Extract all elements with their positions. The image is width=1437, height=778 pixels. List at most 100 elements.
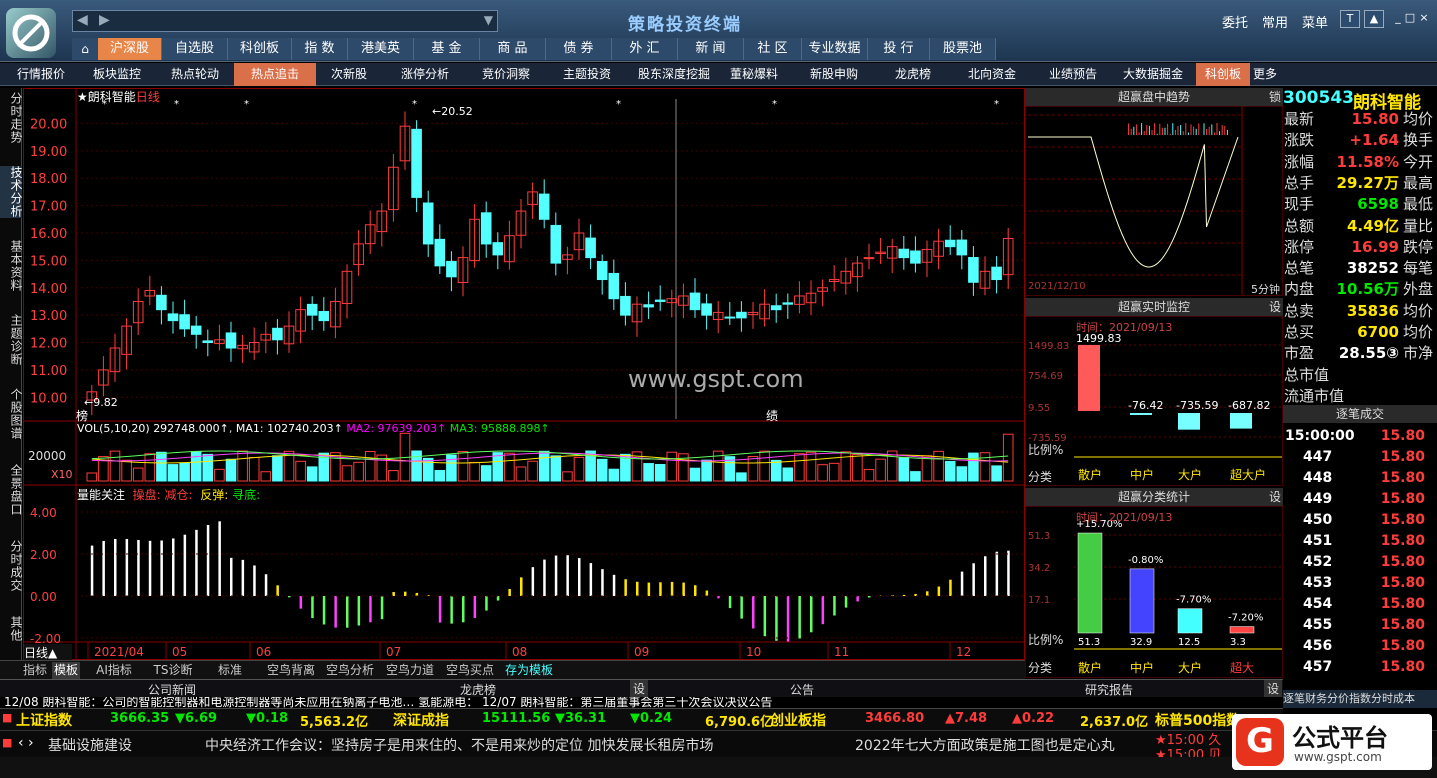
candle-body (782, 302, 794, 305)
trade-row[interactable]: 448 15.80 (1283, 468, 1437, 489)
indicator-tab-1[interactable]: 模板 (52, 662, 80, 679)
subnav-item-2[interactable]: 热点轮动 (156, 63, 234, 86)
nav-item-1[interactable]: 自选股 (162, 38, 228, 60)
indicator-tab-6[interactable]: 空鸟分析 (322, 662, 378, 679)
trade-row[interactable]: 457 15.80 (1283, 657, 1437, 678)
indicator-tab-7[interactable]: 空鸟力道 (382, 662, 438, 679)
nav-item-12[interactable]: 投 行 (868, 38, 930, 60)
nav-item-11[interactable]: 专业数据 (802, 38, 868, 60)
ticker-nav-arrows[interactable]: ‹ › (18, 735, 34, 751)
collapse-button[interactable]: ▲ (1364, 10, 1384, 28)
home-icon[interactable]: ⌂ (72, 38, 98, 60)
subnav-item-12[interactable]: 北向资金 (948, 63, 1036, 86)
trade-row[interactable]: 453 15.80 (1283, 573, 1437, 594)
left-tab-2[interactable]: 基本资料 (0, 240, 23, 292)
index-name-sz[interactable]: 深证成指 (393, 710, 449, 730)
trade-row[interactable]: 455 15.80 (1283, 615, 1437, 636)
subnav-item-14[interactable]: 大数据掘金 (1110, 63, 1196, 86)
quote-bottom-tabs[interactable]: 逐笔财务分价指数分时成本 (1283, 690, 1437, 708)
nav-item-4[interactable]: 港美英 (348, 38, 414, 60)
nav-item-0[interactable]: 沪深股 (98, 38, 162, 60)
kline-chart[interactable]: 20.00 19.00 18.00 17.00 16.00 15.00 14.00 13.00… (24, 89, 1026, 661)
index-name-sp500[interactable]: 标普500指数 (1155, 710, 1240, 730)
nav-item-7[interactable]: 债 券 (546, 38, 612, 60)
subnav-item-16[interactable]: 更多 (1250, 63, 1280, 86)
indicator-tab-3[interactable]: TS诊断 (148, 662, 198, 679)
nav-item-9[interactable]: 新 闻 (678, 38, 744, 60)
trade-row[interactable]: 447 15.80 (1283, 447, 1437, 468)
nav-item-10[interactable]: 社 区 (744, 38, 802, 60)
trades-list[interactable]: 15:00:00 15.80 447 15.80 448 15.80 449 15.80 450… (1283, 405, 1437, 688)
app-logo-icon[interactable] (6, 8, 56, 58)
trade-row[interactable]: 449 15.80 (1283, 489, 1437, 510)
ticker-item-1[interactable]: 基础设施建设 (48, 735, 132, 755)
trade-row[interactable]: 452 15.80 (1283, 552, 1437, 573)
subnav-item-6[interactable]: 竞价洞察 (468, 63, 544, 86)
left-tab-3[interactable]: 主题诊断 (0, 314, 23, 366)
subnav-item-15[interactable]: 科创板 (1196, 63, 1250, 86)
left-tab-4[interactable]: 个股图谱 (0, 388, 23, 440)
left-tab-5[interactable]: 全景盘口 (0, 464, 23, 516)
nav-item-5[interactable]: 基 金 (414, 38, 480, 60)
quote-label-right: 均价 (1402, 110, 1433, 128)
news-settings-button[interactable]: 设 (630, 680, 648, 697)
ticker-item-3[interactable]: 2022年七大方面政策是施工图也是定心丸 (855, 735, 1115, 755)
left-tab-7[interactable]: 其他 (0, 616, 23, 642)
research-settings-button[interactable]: 设 (1264, 680, 1282, 697)
class-settings-button[interactable]: 设 (1269, 488, 1281, 506)
indicator-tab-0[interactable]: 指标 (20, 662, 50, 679)
lock-button[interactable]: 锁 (1269, 88, 1281, 106)
ticker-item-2[interactable]: 中央经济工作会议：坚持房子是用来住的、不是用来炒的定位 加快发展长租房市场 (205, 735, 713, 755)
subnav-item-13[interactable]: 业绩预告 (1036, 63, 1110, 86)
back-arrow-icon[interactable]: ◀ (77, 12, 88, 28)
monitor-settings-button[interactable]: 设 (1269, 298, 1281, 316)
link-entrust[interactable]: 委托 (1222, 12, 1248, 31)
nav-item-6[interactable]: 商 品 (480, 38, 546, 60)
subnav-item-9[interactable]: 董秘爆料 (718, 63, 790, 86)
left-tab-1[interactable]: 技术分析 (0, 166, 23, 218)
close-button[interactable]: × (1414, 10, 1434, 28)
theme-button[interactable]: T (1340, 10, 1360, 28)
news-row[interactable]: 12/08 朗科智能：公司的智能控制器和电源控制器等尚未应用在钠离子电池… 氢能… (0, 697, 1283, 708)
index-name-cyb[interactable]: 创业板指 (770, 710, 826, 730)
intraday-trend-panel[interactable]: 2021/12/10 5分钟 (1025, 106, 1283, 296)
nav-item-13[interactable]: 股票池 (930, 38, 996, 60)
nav-item-8[interactable]: 外 汇 (612, 38, 678, 60)
period-switch-button[interactable]: 日线▲ (24, 644, 72, 660)
indicator-tab-9[interactable]: 存为模板 (502, 662, 556, 679)
tab-company-news[interactable]: 公司新闻 (148, 681, 196, 698)
trade-row[interactable]: 451 15.80 (1283, 531, 1437, 552)
subnav-item-1[interactable]: 板块监控 (78, 63, 156, 86)
search-input[interactable]: ◀ ▶ ▼ (72, 10, 498, 32)
subnav-item-4[interactable]: 次新股 (316, 63, 382, 86)
subnav-item-5[interactable]: 涨停分析 (382, 63, 468, 86)
link-common[interactable]: 常用 (1262, 12, 1288, 31)
indicator-tab-2[interactable]: AI指标 (88, 662, 140, 679)
subnav-item-7[interactable]: 主题投资 (544, 63, 630, 86)
forward-arrow-icon[interactable]: ▶ (99, 12, 110, 28)
kline-chart-panel[interactable]: 20.00 19.00 18.00 17.00 16.00 15.00 14.00 13.00… (23, 88, 1026, 661)
left-tab-6[interactable]: 分时成交 (0, 540, 23, 592)
nav-item-2[interactable]: 科创板 (228, 38, 292, 60)
tab-research[interactable]: 研究报告 (1085, 681, 1133, 698)
tab-announcements[interactable]: 公告 (790, 681, 814, 698)
indicator-tab-4[interactable]: 标准 (214, 662, 246, 679)
dropdown-chevron-icon[interactable]: ▼ (484, 13, 493, 27)
trade-row[interactable]: 450 15.80 (1283, 510, 1437, 531)
indicator-bar (984, 556, 987, 596)
trade-row[interactable]: 15:00:00 15.80 (1283, 426, 1437, 447)
link-menu[interactable]: 菜单 (1302, 12, 1328, 31)
subnav-item-0[interactable]: 行情报价 (4, 63, 78, 86)
subnav-item-8[interactable]: 股东深度挖掘 (630, 63, 718, 86)
subnav-item-3[interactable]: 热点追击 (234, 63, 316, 86)
index-name-sh[interactable]: 上证指数 (16, 710, 72, 730)
subnav-item-11[interactable]: 龙虎榜 (878, 63, 948, 86)
subnav-item-10[interactable]: 新股申购 (790, 63, 878, 86)
left-tab-0[interactable]: 分时走势 (0, 92, 23, 144)
nav-item-3[interactable]: 指 数 (292, 38, 348, 60)
trade-row[interactable]: 454 15.80 (1283, 594, 1437, 615)
indicator-tab-5[interactable]: 空鸟背离 (262, 662, 320, 679)
trade-row[interactable]: 456 15.80 (1283, 636, 1437, 657)
indicator-tab-8[interactable]: 空鸟买点 (442, 662, 498, 679)
tab-dragon-tiger[interactable]: 龙虎榜 (460, 681, 496, 698)
